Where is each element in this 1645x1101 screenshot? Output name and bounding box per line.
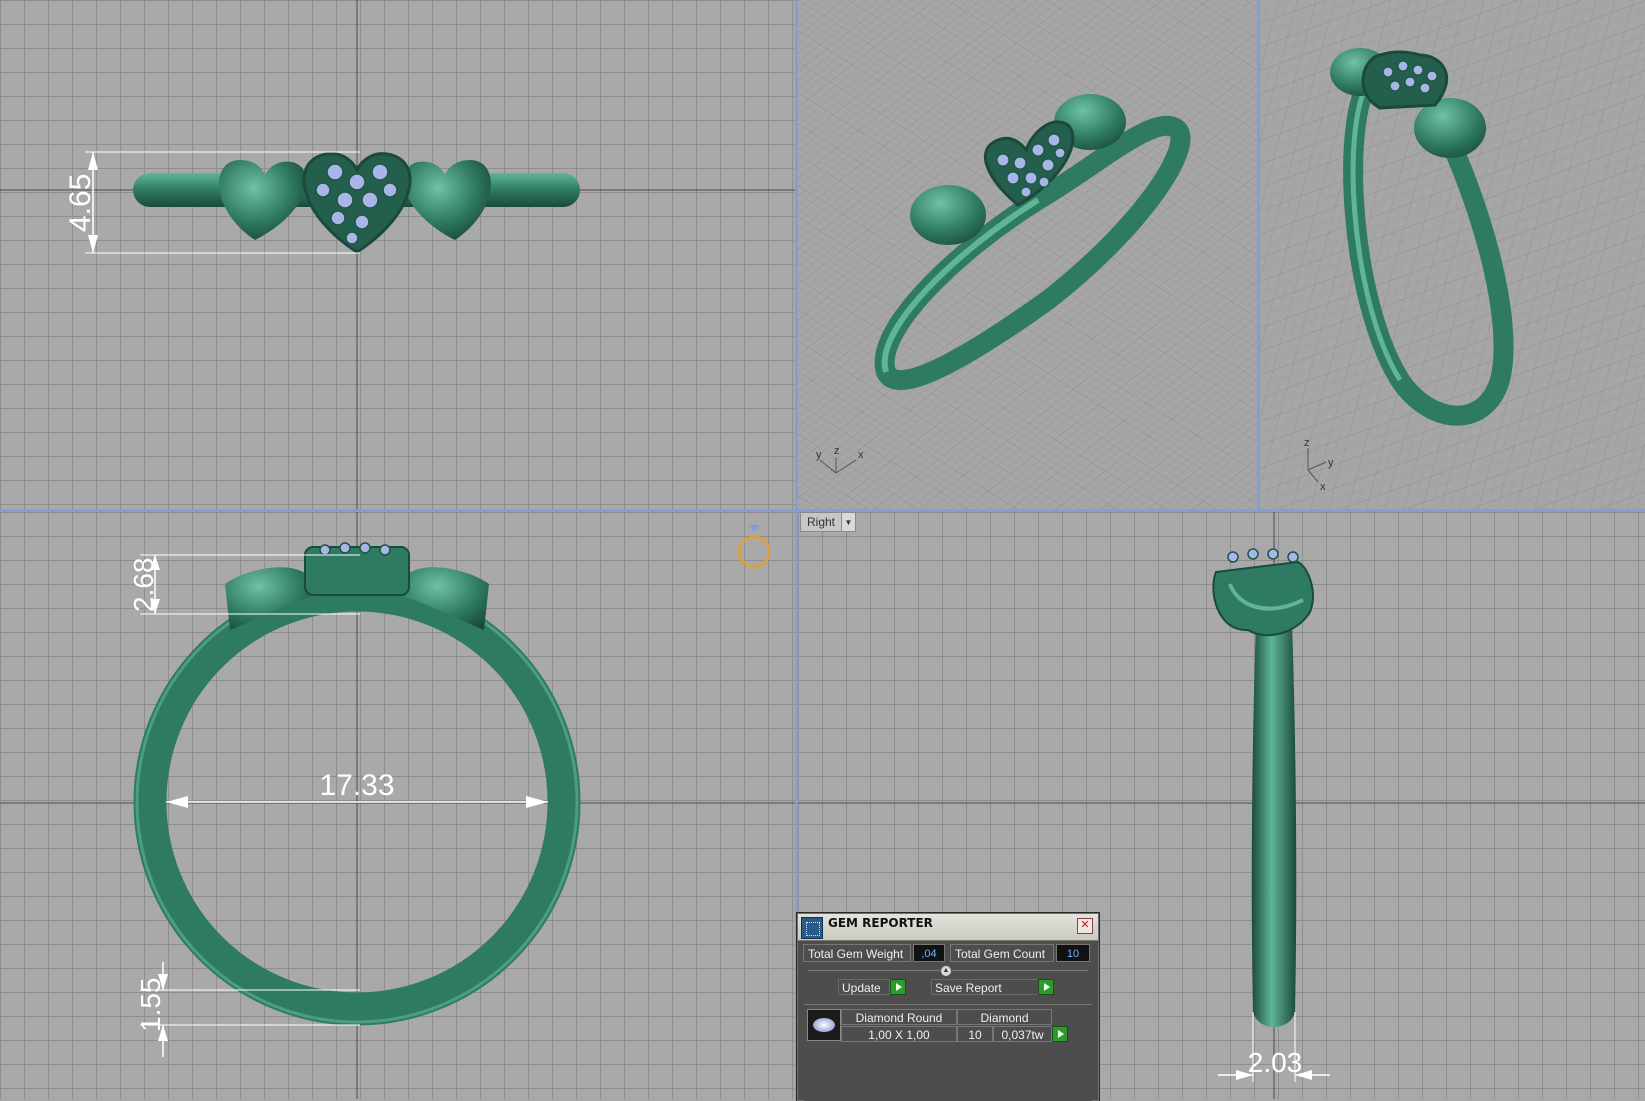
total-gem-count-value: 10 <box>1056 944 1090 962</box>
viewport-front[interactable]: 4.65 <box>0 0 795 509</box>
gem-size: 1,00 X 1,00 <box>841 1026 957 1042</box>
viewport-divider-top-right[interactable] <box>1257 0 1260 509</box>
total-gem-weight-value: ,04 <box>913 944 945 962</box>
dim-inner-diameter: 17.33 <box>319 769 394 802</box>
perspective-2-render: z y x <box>1260 0 1645 509</box>
center-head <box>1212 560 1314 637</box>
svg-text:y: y <box>1328 457 1334 469</box>
front-view-render: 4.65 <box>0 0 795 509</box>
side-view-render: 2.68 17.33 1.55 <box>0 512 795 1099</box>
view-selector[interactable]: Right ▼ <box>800 512 857 532</box>
gem-shape: Diamond Round <box>841 1009 957 1025</box>
svg-text:z: z <box>834 445 840 457</box>
perspective-render: y z x <box>798 0 1257 509</box>
gem-count: 10 <box>957 1026 993 1042</box>
center-head <box>304 546 410 596</box>
side-heart-right <box>403 160 491 240</box>
chevron-down-icon[interactable]: ▼ <box>841 513 856 531</box>
gem-row-go-icon[interactable] <box>1052 1026 1068 1042</box>
ring-band <box>1251 622 1297 1027</box>
viewport-side[interactable]: 2.68 17.33 1.55 <box>0 512 795 1099</box>
gem-material: Diamond <box>957 1009 1052 1025</box>
viewport-perspective[interactable]: y z x <box>798 0 1257 509</box>
view-selector-label: Right <box>807 515 836 529</box>
dim-front-height: 4.65 <box>64 174 97 232</box>
save-report-button[interactable]: Save Report <box>931 979 1039 995</box>
splitter-handle-icon[interactable]: ▲ <box>940 965 952 977</box>
dim-band-thickness: 1.55 <box>135 978 166 1033</box>
svg-text:y: y <box>816 449 822 461</box>
svg-text:x: x <box>858 449 864 461</box>
total-gem-count-label: Total Gem Count <box>950 944 1054 962</box>
svg-text:x: x <box>1320 481 1326 493</box>
close-icon[interactable]: ✕ <box>1077 918 1093 934</box>
gem-reporter-icon <box>801 917 823 939</box>
gem-reporter-panel[interactable]: GEM REPORTER ✕ Total Gem Weight ,04 Tota… <box>797 913 1099 1101</box>
gem-weight: 0,037tw <box>993 1026 1052 1042</box>
svg-text:z: z <box>1304 437 1310 449</box>
save-report-go-icon[interactable] <box>1038 979 1054 995</box>
dim-top-height: 2.68 <box>128 558 159 613</box>
gem-reporter-title: GEM REPORTER <box>828 916 933 930</box>
gem-list[interactable]: Diamond Round Diamond 1,00 X 1,00 10 0,0… <box>804 1004 1092 1101</box>
diamond-round-icon <box>807 1009 841 1041</box>
dim-band-width: 2.03 <box>1248 1047 1303 1078</box>
side-heart-left <box>219 160 307 240</box>
gem-reporter-titlebar[interactable]: GEM REPORTER ✕ <box>798 914 1098 941</box>
side-heart-left <box>910 185 986 245</box>
total-gem-weight-label: Total Gem Weight <box>803 944 911 962</box>
update-go-icon[interactable] <box>890 979 906 995</box>
update-button[interactable]: Update <box>838 979 890 995</box>
ring-gizmo-icon[interactable] <box>737 525 771 569</box>
viewport-perspective-2[interactable]: z y x <box>1260 0 1645 509</box>
